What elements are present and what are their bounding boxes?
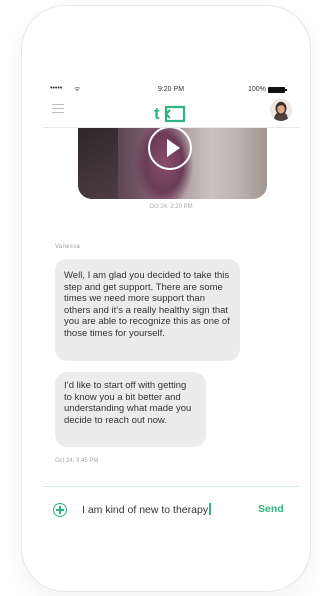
- message-text: I’d like to start off with getting to kn…: [64, 380, 192, 426]
- sender-name: Vanessa: [55, 244, 81, 250]
- battery-percentage: 100%: [248, 86, 266, 93]
- message-bubble: Well, I am glad you decided to take this…: [55, 259, 240, 361]
- top-navigation: t: [43, 97, 299, 128]
- battery-icon: [268, 87, 287, 93]
- message-input[interactable]: I am kind of new to therapy: [82, 503, 212, 516]
- play-icon[interactable]: [148, 128, 192, 170]
- plus-circle-icon[interactable]: [53, 503, 67, 517]
- message-timestamp: Oct 24, 3:45 PM: [55, 458, 99, 464]
- app-screen: ••••• ᯤ 9:20 PM 100% t Oct 24, 2:20 PM V…: [43, 83, 299, 531]
- message-composer: I am kind of new to therapy Send: [43, 486, 299, 531]
- status-bar: ••••• ᯤ 9:20 PM 100%: [43, 83, 299, 97]
- app-logo: t: [153, 102, 189, 124]
- video-message[interactable]: [78, 128, 267, 199]
- video-thumbnail-shadow: [78, 128, 118, 199]
- avatar[interactable]: [270, 99, 292, 121]
- text-cursor: [209, 503, 212, 515]
- hamburger-icon[interactable]: [52, 104, 64, 114]
- message-input-value: I am kind of new to therapy: [82, 504, 209, 516]
- message-bubble: I’d like to start off with getting to kn…: [55, 372, 206, 447]
- message-text: Well, I am glad you decided to take this…: [64, 270, 230, 339]
- send-button[interactable]: Send: [258, 503, 284, 515]
- chat-thread[interactable]: Oct 24, 2:20 PM Vanessa Well, I am glad …: [43, 128, 299, 486]
- logo-letter: t: [154, 104, 160, 123]
- video-timestamp: Oct 24, 2:20 PM: [149, 204, 193, 210]
